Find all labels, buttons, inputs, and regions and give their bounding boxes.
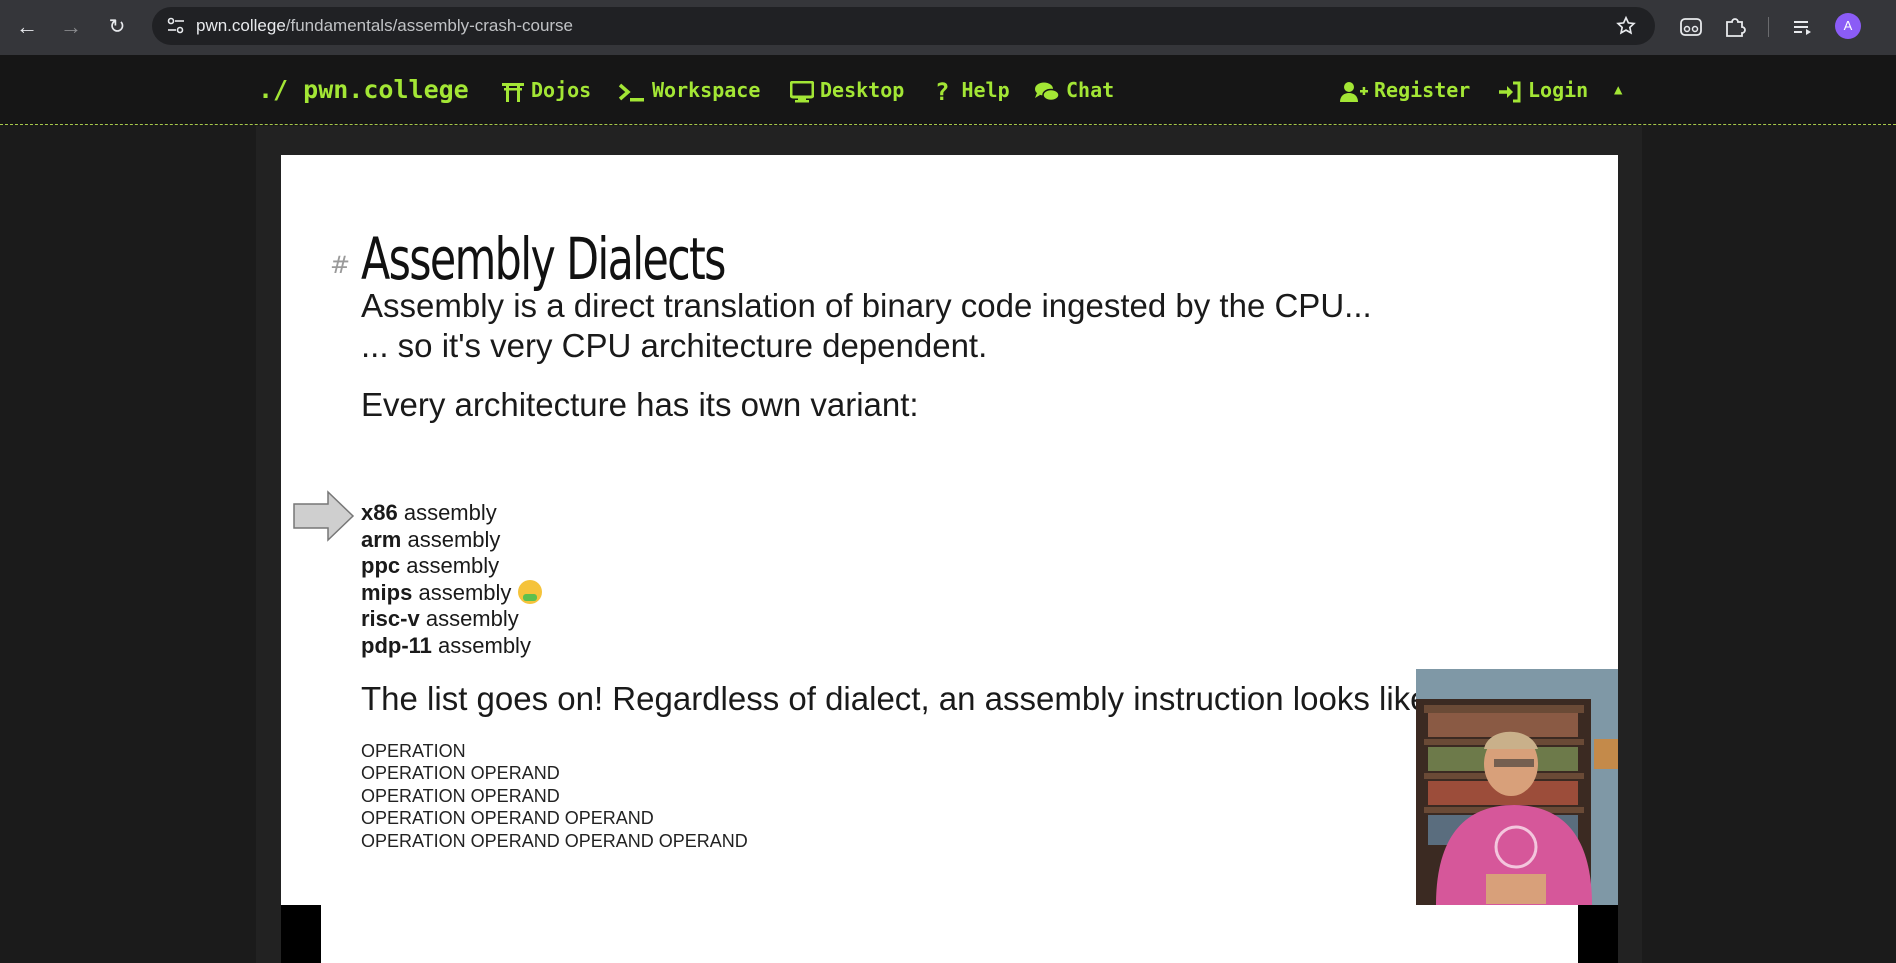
- media-queue-icon[interactable]: [1790, 14, 1816, 40]
- op-line: OPERATION OPERAND OPERAND: [361, 808, 654, 829]
- extensions-puzzle-icon[interactable]: [1722, 14, 1748, 40]
- presenter-webcam-image: [1416, 669, 1618, 905]
- list-item: x86 assembly: [361, 500, 497, 525]
- site-navbar: ./ pwn.college Dojos Workspace Desktop ?…: [0, 55, 1896, 125]
- list-item: risc-v assembly: [361, 606, 519, 631]
- user-plus-icon: [1340, 81, 1368, 102]
- nauseated-face-icon: [517, 579, 542, 604]
- nav-workspace-label: Workspace: [652, 78, 761, 102]
- toolbar-divider: [1768, 17, 1769, 37]
- op-line: OPERATION OPERAND: [361, 785, 560, 806]
- nav-register[interactable]: Register: [1340, 55, 1470, 125]
- back-button[interactable]: ←: [12, 12, 42, 42]
- nav-register-label: Register: [1374, 78, 1471, 102]
- next-slide-preview: [321, 905, 1578, 963]
- op-line: OPERATION: [361, 741, 466, 761]
- nav-dojos[interactable]: Dojos: [501, 55, 591, 125]
- incognito-extension-icon[interactable]: [1678, 14, 1704, 40]
- collapse-caret-icon[interactable]: ▲: [1614, 55, 1622, 125]
- pointer-arrow-icon: [293, 490, 355, 542]
- reload-button[interactable]: ↻: [102, 12, 132, 42]
- nav-dojos-label: Dojos: [531, 78, 592, 102]
- sign-in-icon: [1499, 81, 1521, 102]
- nav-workspace[interactable]: Workspace: [618, 55, 760, 125]
- nav-desktop-label: Desktop: [820, 78, 905, 102]
- lecture-slide-video[interactable]: # Assembly Dialects Assembly is a direct…: [281, 155, 1618, 905]
- url-text: pwn.college/fundamentals/assembly-crash-…: [196, 7, 573, 45]
- slide-line-4: The list goes on! Regardless of dialect,…: [361, 680, 1429, 717]
- nav-login-label: Login: [1528, 78, 1589, 102]
- slide-line-1: Assembly is a direct translation of bina…: [361, 287, 1372, 324]
- dialect-list: x86 assembly arm assembly ppc assembly m…: [361, 500, 542, 659]
- list-item: mips assembly: [361, 579, 542, 607]
- nav-help[interactable]: ? Help: [935, 55, 1010, 125]
- url-host: pwn.college: [196, 16, 286, 35]
- terminal-icon: [618, 83, 644, 101]
- nav-chat[interactable]: Chat: [1034, 55, 1114, 125]
- slide-line-3: Every architecture has its own variant:: [361, 386, 919, 423]
- slide-line-2: ... so it's very CPU architecture depend…: [361, 327, 988, 364]
- site-settings-icon[interactable]: [166, 17, 186, 35]
- question-icon: ?: [935, 77, 950, 106]
- op-line: OPERATION OPERAND: [361, 763, 560, 784]
- nav-login[interactable]: Login: [1498, 55, 1588, 125]
- forward-button[interactable]: →: [56, 12, 86, 42]
- title-hash: #: [330, 251, 351, 279]
- chat-icon: [1035, 82, 1060, 101]
- slide-title: Assembly Dialects: [361, 225, 726, 293]
- profile-avatar[interactable]: A: [1835, 13, 1861, 39]
- list-item: arm assembly: [361, 526, 501, 552]
- nav-chat-label: Chat: [1066, 78, 1115, 102]
- bookmark-star-icon[interactable]: [1615, 15, 1637, 37]
- operation-examples: OPERATION OPERATION OPERAND OPERATION OP…: [361, 740, 748, 852]
- nav-help-label: Help: [961, 78, 1010, 102]
- desktop-icon: [790, 80, 814, 102]
- torii-gate-icon: [502, 82, 524, 102]
- url-path: /fundamentals/assembly-crash-course: [285, 16, 574, 35]
- list-item: pdp-11 assembly: [361, 632, 531, 658]
- brand-link[interactable]: ./ pwn.college: [258, 55, 469, 125]
- address-bar[interactable]: pwn.college/fundamentals/assembly-crash-…: [152, 7, 1655, 45]
- nav-desktop[interactable]: Desktop: [790, 55, 904, 125]
- browser-toolbar: ← → ↻ pwn.college/fundamentals/assembly-…: [0, 0, 1896, 55]
- list-item: ppc assembly: [361, 553, 500, 578]
- op-line: OPERATION OPERAND OPERAND OPERAND: [361, 830, 748, 851]
